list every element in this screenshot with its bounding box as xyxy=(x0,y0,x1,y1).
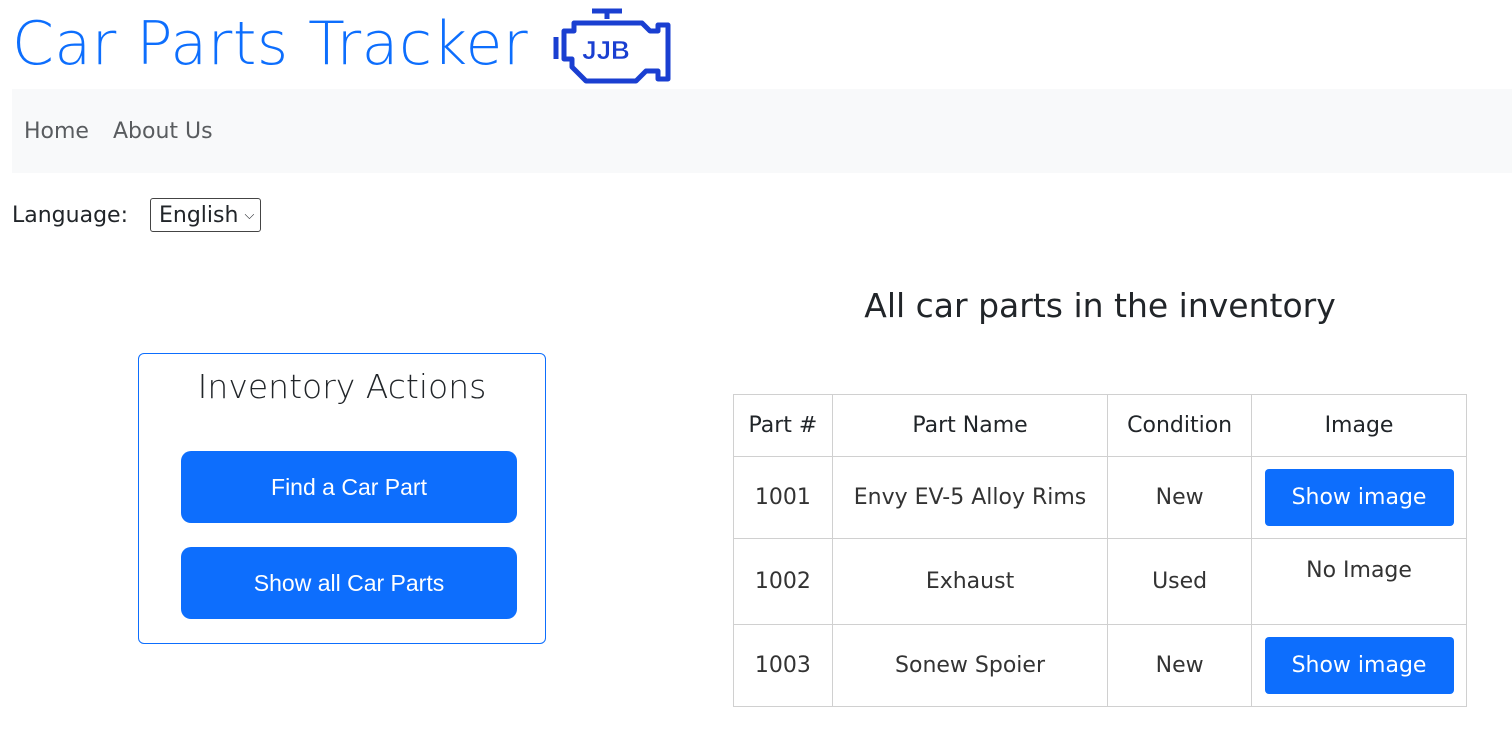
show-image-button[interactable]: Show image xyxy=(1264,637,1454,694)
table-header-row: Part # Part Name Condition Image xyxy=(733,394,1467,457)
column-header: Image xyxy=(1251,394,1467,457)
part-number: 1001 xyxy=(733,456,833,539)
navbar: Home About Us xyxy=(12,89,1512,173)
actions-title: Inventory Actions xyxy=(197,367,487,406)
show-all-parts-button[interactable]: Show all Car Parts xyxy=(181,547,517,619)
inventory-heading: All car parts in the inventory xyxy=(864,286,1336,325)
image-cell: Show image xyxy=(1251,624,1467,707)
image-cell: Show image xyxy=(1251,456,1467,539)
no-image-text: No Image xyxy=(1306,558,1412,583)
inventory-table: Part # Part Name Condition Image 1001 En… xyxy=(733,394,1467,707)
part-name: Envy EV-5 Alloy Rims xyxy=(831,456,1109,539)
part-condition: New xyxy=(1107,456,1253,539)
part-condition: Used xyxy=(1107,538,1253,625)
header: Car Parts Tracker JJB xyxy=(12,0,674,88)
part-number: 1003 xyxy=(733,624,833,707)
language-label: Language: xyxy=(12,202,128,228)
language-row: Language: English ⌵ xyxy=(12,198,262,232)
language-select[interactable]: English ⌵ xyxy=(149,198,262,232)
engine-logo-icon: JJB xyxy=(553,8,671,84)
nav-about-us[interactable]: About Us xyxy=(113,119,213,144)
table-row: 1002 Exhaust Used No Image xyxy=(733,538,1467,625)
column-header: Part # xyxy=(733,394,833,457)
column-header: Condition xyxy=(1107,394,1253,457)
part-condition: New xyxy=(1107,624,1253,707)
find-part-button[interactable]: Find a Car Part xyxy=(181,451,517,523)
language-selected: English xyxy=(158,202,239,228)
inventory-actions-card: Inventory Actions Find a Car Part Show a… xyxy=(138,353,546,644)
table-row: 1003 Sonew Spoier New Show image xyxy=(733,624,1467,707)
table-row: 1001 Envy EV-5 Alloy Rims New Show image xyxy=(733,456,1467,539)
part-number: 1002 xyxy=(733,538,833,625)
part-name: Exhaust xyxy=(831,538,1109,625)
nav-home[interactable]: Home xyxy=(24,119,89,144)
column-header: Part Name xyxy=(831,394,1109,457)
app-title: Car Parts Tracker xyxy=(12,9,529,79)
chevron-down-icon: ⌵ xyxy=(244,207,255,223)
show-image-button[interactable]: Show image xyxy=(1264,469,1454,526)
part-name: Sonew Spoier xyxy=(831,624,1109,707)
logo-text: JJB xyxy=(582,35,630,65)
image-cell: No Image xyxy=(1251,538,1467,625)
